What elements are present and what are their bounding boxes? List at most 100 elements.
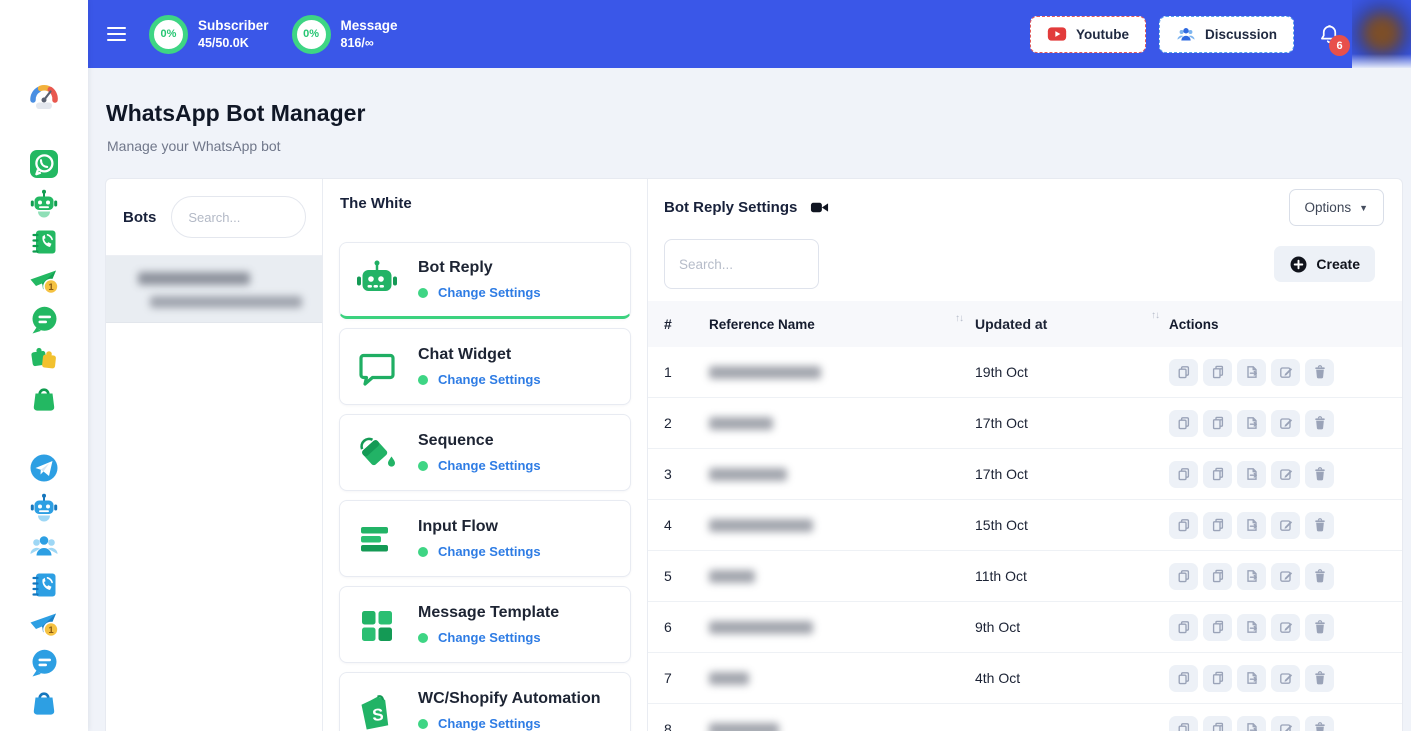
duplicate-button[interactable] — [1169, 563, 1198, 590]
whatsapp-contacts-icon[interactable] — [27, 225, 61, 259]
telegram-group-icon[interactable] — [27, 529, 61, 563]
change-settings-link[interactable]: Change Settings — [438, 630, 541, 645]
video-camera-icon[interactable] — [810, 198, 829, 217]
delete-button[interactable] — [1305, 614, 1334, 641]
delete-button[interactable] — [1305, 410, 1334, 437]
nav-card-bot-reply[interactable]: Bot Reply Change Settings — [339, 242, 631, 319]
copy-button[interactable] — [1203, 563, 1232, 590]
menu-toggle-icon[interactable] — [107, 23, 126, 45]
app-sidebar: 11 — [0, 0, 88, 731]
chat-outline-icon — [353, 343, 401, 391]
edit-button[interactable] — [1271, 665, 1300, 692]
options-button[interactable]: Options ▼ — [1289, 189, 1384, 226]
export-button[interactable] — [1237, 410, 1266, 437]
edit-button[interactable] — [1271, 461, 1300, 488]
telegram-bot-icon[interactable] — [27, 490, 61, 524]
copy-button[interactable] — [1203, 716, 1232, 731]
change-settings-link[interactable]: Change Settings — [438, 458, 541, 473]
export-button[interactable] — [1237, 359, 1266, 386]
grid-icon — [353, 601, 401, 649]
change-settings-link[interactable]: Change Settings — [438, 716, 541, 731]
nav-card-input-flow[interactable]: Input Flow Change Settings — [339, 500, 631, 577]
row-number: 5 — [664, 568, 709, 584]
export-button[interactable] — [1237, 461, 1266, 488]
nav-card-title: WC/Shopify Automation — [418, 690, 601, 708]
delete-button[interactable] — [1305, 563, 1334, 590]
nav-card-title: Bot Reply — [418, 259, 541, 277]
page-subtitle: Manage your WhatsApp bot — [88, 127, 1411, 154]
edit-button[interactable] — [1271, 512, 1300, 539]
youtube-button[interactable]: Youtube — [1030, 16, 1146, 53]
table-row: 217th Oct — [648, 398, 1402, 449]
nav-card-title: Input Flow — [418, 518, 541, 536]
export-button[interactable] — [1237, 512, 1266, 539]
telegram-contacts-icon[interactable] — [27, 568, 61, 602]
delete-button[interactable] — [1305, 461, 1334, 488]
edit-button[interactable] — [1271, 563, 1300, 590]
reference-name-redacted — [709, 672, 749, 685]
nav-card-sequence[interactable]: SequenceChange Settings — [339, 414, 631, 491]
telegram-broadcast-icon[interactable]: 1 — [27, 607, 61, 641]
delete-button[interactable] — [1305, 716, 1334, 731]
whatsapp-store-icon[interactable] — [27, 381, 61, 415]
updated-at-value: 9th Oct — [975, 619, 1169, 635]
dashboard-icon[interactable] — [27, 79, 61, 113]
whatsapp-integrations-icon[interactable] — [27, 342, 61, 376]
duplicate-button[interactable] — [1169, 716, 1198, 731]
bots-search-input[interactable] — [171, 196, 306, 238]
column-header-reference-name: Reference Name — [709, 317, 815, 332]
table-row: 69th Oct — [648, 602, 1402, 653]
whatsapp-icon[interactable] — [27, 147, 61, 181]
column-header-number: # — [664, 316, 709, 332]
status-dot — [418, 547, 428, 557]
sort-icon[interactable]: ↑↓ — [1151, 310, 1159, 321]
whatsapp-broadcast-icon[interactable]: 1 — [27, 264, 61, 298]
delete-button[interactable] — [1305, 512, 1334, 539]
export-button[interactable] — [1237, 665, 1266, 692]
duplicate-button[interactable] — [1169, 410, 1198, 437]
reply-search-input[interactable] — [664, 239, 819, 289]
nav-card-wc-shopify-automation[interactable]: SWC/Shopify AutomationChange Settings — [339, 672, 631, 731]
manager-card: Bots The White Bot ReplyChange SettingsC… — [105, 178, 1403, 731]
change-settings-link[interactable]: Change Settings — [438, 285, 541, 300]
whatsapp-bot-icon[interactable] — [27, 186, 61, 220]
subscriber-progress-ring: 0% — [149, 15, 188, 54]
delete-button[interactable] — [1305, 359, 1334, 386]
copy-button[interactable] — [1203, 461, 1232, 488]
edit-button[interactable] — [1271, 359, 1300, 386]
duplicate-button[interactable] — [1169, 665, 1198, 692]
sort-icon[interactable]: ↑↓ — [955, 313, 963, 324]
change-settings-link[interactable]: Change Settings — [438, 372, 541, 387]
nav-card-message-template[interactable]: Message TemplateChange Settings — [339, 586, 631, 663]
export-button[interactable] — [1237, 614, 1266, 641]
edit-button[interactable] — [1271, 614, 1300, 641]
discussion-button[interactable]: Discussion — [1159, 16, 1294, 53]
export-button[interactable] — [1237, 563, 1266, 590]
bot-list-item-selected[interactable] — [106, 256, 322, 323]
copy-button[interactable] — [1203, 512, 1232, 539]
duplicate-button[interactable] — [1169, 359, 1198, 386]
copy-button[interactable] — [1203, 359, 1232, 386]
nav-card-chat-widget[interactable]: Chat WidgetChange Settings — [339, 328, 631, 405]
copy-button[interactable] — [1203, 410, 1232, 437]
user-avatar[interactable] — [1352, 0, 1411, 68]
duplicate-button[interactable] — [1169, 512, 1198, 539]
bot-nav-list: Bot ReplyChange SettingsChat WidgetChang… — [339, 242, 631, 731]
bars-icon — [353, 515, 401, 563]
svg-text:1: 1 — [48, 625, 54, 636]
telegram-store-icon[interactable] — [27, 685, 61, 719]
copy-button[interactable] — [1203, 665, 1232, 692]
export-button[interactable] — [1237, 716, 1266, 731]
telegram-icon[interactable] — [27, 451, 61, 485]
edit-button[interactable] — [1271, 410, 1300, 437]
copy-button[interactable] — [1203, 614, 1232, 641]
duplicate-button[interactable] — [1169, 614, 1198, 641]
delete-button[interactable] — [1305, 665, 1334, 692]
change-settings-link[interactable]: Change Settings — [438, 544, 541, 559]
edit-button[interactable] — [1271, 716, 1300, 731]
telegram-chat-icon[interactable] — [27, 646, 61, 680]
whatsapp-chat-icon[interactable] — [27, 303, 61, 337]
create-button[interactable]: Create — [1274, 246, 1375, 282]
notifications-button[interactable]: 6 — [1318, 22, 1342, 46]
duplicate-button[interactable] — [1169, 461, 1198, 488]
